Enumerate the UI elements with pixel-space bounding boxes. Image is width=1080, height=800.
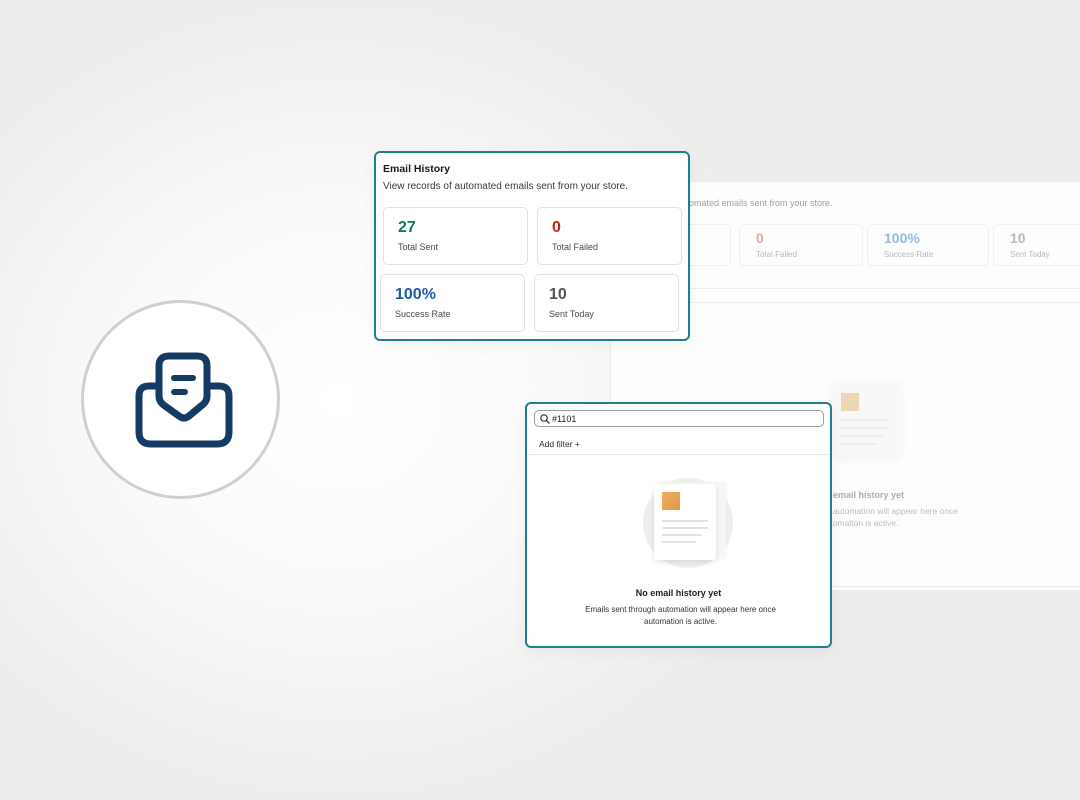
- stat-total-sent: 27 Total Sent: [383, 207, 528, 265]
- bg-panel-description: omated emails sent from your store.: [689, 198, 833, 208]
- email-icon-badge: [81, 300, 280, 499]
- bg-stat-success-rate: 100% Success Rate: [867, 224, 989, 266]
- bg-stat-label: Success Rate: [884, 250, 934, 259]
- email-history-stats-card: Email History View records of automated …: [374, 151, 690, 341]
- empty-state-description: Emails sent through automation will appe…: [585, 605, 776, 626]
- stat-value: 10: [549, 286, 567, 303]
- empty-state-title: No email history yet: [635, 588, 722, 598]
- bg-stat-label: Sent Today: [1010, 250, 1050, 259]
- bg-stat-value: 10: [1010, 230, 1026, 246]
- stat-total-failed: 0 Total Failed: [537, 207, 682, 265]
- bg-stat-value: 0: [756, 230, 764, 246]
- bg-empty-description: gh automation will appear here once auto…: [821, 506, 959, 528]
- stat-success-rate: 100% Success Rate: [380, 274, 525, 332]
- stat-label: Total Sent: [398, 242, 439, 252]
- stat-sent-today: 10 Sent Today: [534, 274, 679, 332]
- search-input[interactable]: [552, 412, 812, 425]
- filter-divider: [527, 454, 830, 455]
- card-title: Email History: [383, 163, 451, 175]
- stat-value: 0: [552, 219, 561, 236]
- stat-label: Success Rate: [395, 309, 451, 319]
- search-icon: [540, 414, 550, 424]
- bg-document-illustration: [833, 383, 901, 457]
- stat-value: 100%: [395, 286, 436, 303]
- bg-stat-value: 100%: [884, 230, 920, 246]
- add-filter-button[interactable]: Add filter +: [539, 439, 580, 449]
- email-inbox-icon: [135, 352, 232, 447]
- stat-label: Sent Today: [549, 309, 594, 319]
- document-illustration: [654, 484, 716, 560]
- bg-stat-label: Total Failed: [756, 250, 797, 259]
- email-history-list-card: Add filter + No email history yet Emails…: [525, 402, 832, 648]
- bg-stat-sent-today: 10 Sent Today: [993, 224, 1080, 266]
- bg-stat-total-failed: 0 Total Failed: [739, 224, 863, 266]
- stat-value: 27: [398, 219, 416, 236]
- document-image-placeholder: [662, 492, 680, 510]
- card-description: View records of automated emails sent fr…: [383, 181, 628, 192]
- bg-empty-title: o email history yet: [825, 490, 905, 500]
- stat-label: Total Failed: [552, 242, 599, 252]
- search-box[interactable]: [534, 410, 824, 427]
